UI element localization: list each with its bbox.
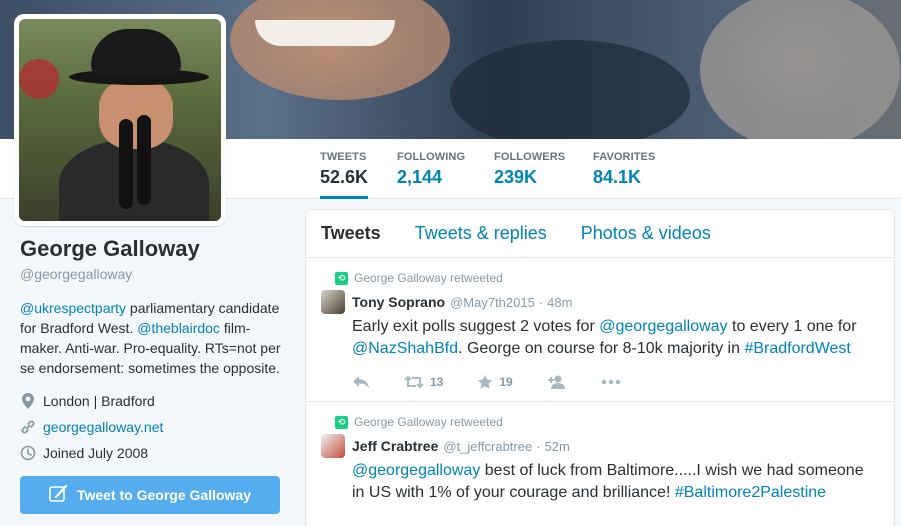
profile-bio: @ukrespectparty parliamentary candidate … [20, 298, 290, 378]
stat-label: TWEETS [320, 151, 367, 163]
compose-quill-icon [49, 484, 69, 506]
tweet-text: @georgegalloway best of luck from Baltim… [352, 462, 864, 501]
retweet-button[interactable]: 13 [404, 375, 443, 389]
stat-following[interactable]: FOLLOWING 2,144 [397, 151, 465, 199]
follow-button[interactable] [547, 374, 567, 390]
location-text: London | Bradford [43, 393, 155, 409]
retweet-context: ⟲ George Galloway retweeted [321, 270, 879, 286]
mention-link[interactable]: @georgegalloway [352, 462, 480, 479]
tweet-timestamp[interactable]: 48m [547, 295, 572, 310]
bio-mention-link[interactable]: @ukrespectparty [20, 300, 126, 316]
stat-favorites[interactable]: FAVORITES 84.1K [593, 151, 655, 199]
stat-value: 2,144 [397, 167, 443, 187]
tweet-to-button[interactable]: Tweet to George Galloway [20, 476, 280, 514]
profile-avatar[interactable] [14, 14, 226, 226]
stat-value: 84.1K [593, 167, 642, 187]
tweet-author-handle[interactable]: @May7th2015 [450, 295, 535, 310]
stat-value: 52.6K [320, 167, 369, 187]
more-options-button[interactable] [601, 379, 621, 385]
stat-label: FOLLOWING [397, 151, 466, 163]
timeline: Tweets Tweets & replies Photos & videos … [305, 209, 895, 526]
reply-button[interactable] [352, 375, 370, 389]
bio-mention-link[interactable]: @theblairdoc [137, 320, 220, 336]
retweet-count: 13 [430, 375, 444, 389]
tab-tweets[interactable]: Tweets [321, 223, 381, 244]
tweet-item[interactable]: ⟲ George Galloway retweeted Jeff Crabtre… [306, 402, 894, 504]
profile-name[interactable]: George Galloway [20, 236, 290, 262]
mention-link[interactable]: @georgegalloway [599, 318, 727, 335]
tab-tweets-and-replies[interactable]: Tweets & replies [415, 223, 547, 244]
separator-dot: · [538, 294, 544, 310]
tweet-header: Tony Soprano @May7th2015 · 48m [321, 290, 879, 314]
profile-sidebar: George Galloway @georgegalloway @ukrespe… [20, 236, 290, 514]
profile-handle[interactable]: @georgegalloway [20, 266, 290, 282]
retweet-context-text[interactable]: George Galloway retweeted [354, 271, 503, 285]
tweet-author-name[interactable]: Tony Soprano [352, 294, 445, 310]
profile-joined: Joined July 2008 [20, 442, 290, 464]
location-pin-icon [20, 393, 36, 409]
more-dots-icon [601, 379, 620, 385]
stat-value: 239K [494, 167, 538, 187]
add-user-icon [547, 375, 565, 389]
separator-dot: · [536, 438, 541, 454]
calendar-clock-icon [20, 445, 36, 461]
tweet-item[interactable]: ⟲ George Galloway retweeted Tony Soprano… [306, 258, 894, 402]
tab-photos-and-videos[interactable]: Photos & videos [581, 223, 711, 244]
retweet-icon: ⟲ [335, 415, 348, 429]
tweet-timestamp[interactable]: 52m [545, 439, 570, 454]
avatar-image [19, 19, 221, 221]
joined-text: Joined July 2008 [43, 445, 149, 461]
tweet-to-button-label: Tweet to George Galloway [76, 487, 251, 503]
reply-icon [353, 376, 369, 389]
mention-link[interactable]: @NazShahBfd [352, 340, 458, 357]
tweet-author-name[interactable]: Jeff Crabtree [352, 438, 438, 454]
hashtag-link[interactable]: #BradfordWest [744, 340, 850, 357]
stat-label: FOLLOWERS [494, 151, 566, 163]
favorite-count: 19 [499, 375, 513, 389]
stat-tweets[interactable]: TWEETS 52.6K [320, 151, 369, 199]
retweet-icon [404, 375, 424, 389]
stat-followers[interactable]: FOLLOWERS 239K [494, 151, 565, 199]
stat-label: FAVORITES [593, 151, 656, 163]
retweet-icon: ⟲ [335, 271, 348, 285]
avatar[interactable] [321, 434, 345, 458]
tweet-actions: 13 19 [352, 364, 879, 400]
timeline-tabs: Tweets Tweets & replies Photos & videos [306, 210, 894, 258]
hashtag-link[interactable]: #Baltimore2Palestine [675, 484, 826, 501]
avatar[interactable] [321, 290, 345, 314]
star-icon [478, 375, 493, 389]
tweet-text: Early exit polls suggest 2 votes for @ge… [352, 318, 857, 357]
profile-location: London | Bradford [20, 390, 290, 412]
favorite-button[interactable]: 19 [477, 374, 513, 390]
retweet-context-text[interactable]: George Galloway retweeted [354, 415, 503, 429]
retweet-context: ⟲ George Galloway retweeted [321, 414, 879, 430]
tweet-author-handle[interactable]: @t_jeffcrabtree [443, 439, 532, 454]
profile-website: georgegalloway.net [20, 416, 290, 438]
website-link[interactable]: georgegalloway.net [43, 419, 163, 435]
link-icon [20, 419, 36, 435]
tweet-header: Jeff Crabtree @t_jeffcrabtree · 52m [321, 434, 879, 458]
